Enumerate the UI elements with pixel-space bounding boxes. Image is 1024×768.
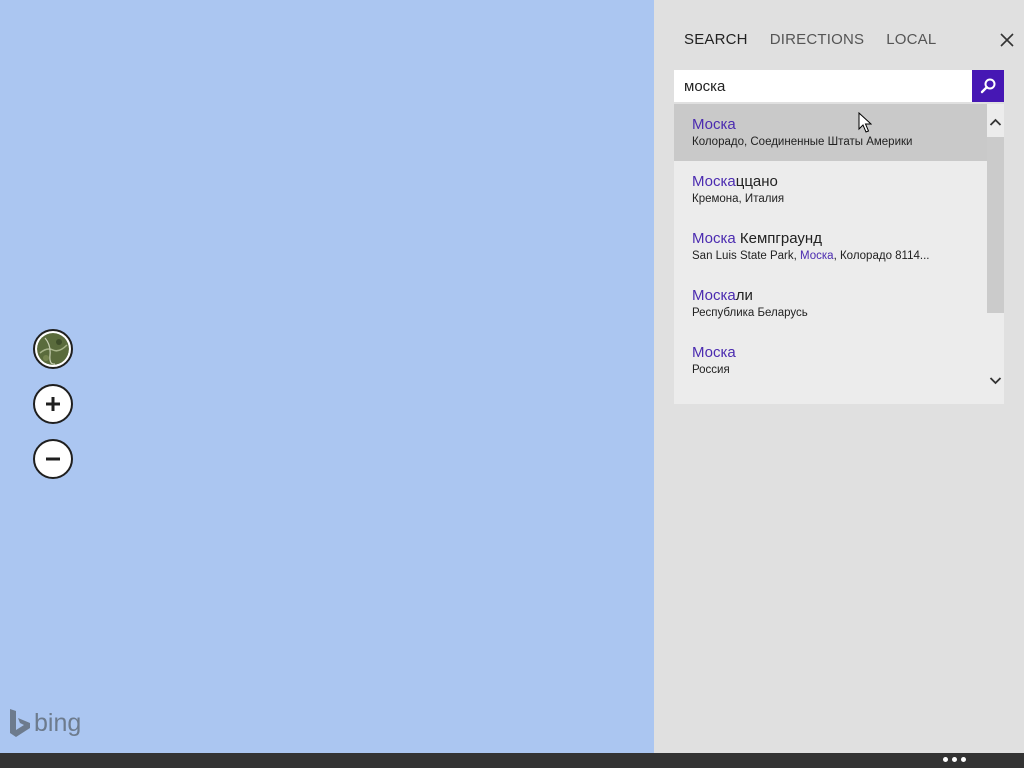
- suggestion-title-match: Моска: [692, 230, 736, 247]
- suggestion-item[interactable]: Моска Колорадо, Соединенные Штаты Америк…: [674, 104, 1004, 161]
- search-input[interactable]: [674, 70, 972, 102]
- suggestion-subtitle-pre: Кремона, Италия: [692, 193, 785, 205]
- chevron-down-icon[interactable]: [989, 374, 1002, 387]
- scrollbar-thumb[interactable]: [987, 137, 1004, 313]
- suggestion-title-match: Моска: [692, 344, 736, 361]
- suggestion-subtitle-match: Моска: [800, 250, 834, 262]
- suggestion-subtitle: Колорадо, Соединенные Штаты Америки: [692, 136, 1004, 148]
- suggestion-subtitle: Кремона, Италия: [692, 193, 1004, 205]
- suggestion-title-rest: Кемпграунд: [735, 230, 822, 247]
- aerial-globe-icon: [37, 333, 69, 365]
- suggestion-title-match: Моска: [692, 287, 736, 304]
- suggestion-subtitle: Россия: [692, 364, 1004, 376]
- bing-logo-text: bing: [34, 708, 82, 737]
- app-bar: [0, 753, 1024, 768]
- suggestion-title-rest: ццано: [735, 173, 778, 190]
- suggestion-title-match: Моска: [692, 116, 736, 133]
- panel-tabs: SEARCH DIRECTIONS LOCAL: [684, 31, 936, 48]
- bing-b-icon: [10, 709, 30, 737]
- suggestion-title: Моска: [692, 116, 1004, 133]
- search-icon: [980, 78, 996, 94]
- map-canvas[interactable]: bing: [0, 0, 654, 753]
- suggestion-subtitle: Республика Беларусь: [692, 307, 1004, 319]
- bing-logo: bing: [9, 708, 81, 738]
- chevron-up-icon[interactable]: [989, 116, 1002, 129]
- suggestion-subtitle-pre: San Luis State Park,: [692, 250, 801, 262]
- suggestion-subtitle-post: , Колорадо 8114...: [833, 250, 930, 262]
- close-icon: [1000, 33, 1014, 47]
- suggestion-title-match: Моска: [692, 173, 736, 190]
- more-options-icon[interactable]: [943, 755, 966, 762]
- suggestion-item[interactable]: Моска Россия: [674, 332, 1004, 389]
- plus-icon: [46, 397, 60, 411]
- suggestion-item[interactable]: Москали Республика Беларусь: [674, 275, 1004, 332]
- suggestion-subtitle-pre: Колорадо, Соединенные Штаты Америки: [692, 136, 913, 148]
- suggestion-subtitle: San Luis State Park, Моска, Колорадо 811…: [692, 250, 1004, 262]
- suggestions-list: Моска Колорадо, Соединенные Штаты Америк…: [674, 104, 1004, 404]
- zoom-out-button[interactable]: [33, 439, 73, 479]
- zoom-in-button[interactable]: [33, 384, 73, 424]
- tab-local[interactable]: LOCAL: [886, 31, 936, 48]
- tab-search[interactable]: SEARCH: [684, 31, 748, 48]
- suggestion-item[interactable]: Моска Кемпграунд San Luis State Park, Мо…: [674, 218, 1004, 275]
- suggestion-title: Моска: [692, 344, 1004, 361]
- suggestion-item[interactable]: Москаццано Кремона, Италия: [674, 161, 1004, 218]
- suggestion-title-rest: ли: [735, 287, 753, 304]
- suggestion-title: Москали: [692, 287, 1004, 304]
- suggestion-title: Моска Кемпграунд: [692, 230, 1004, 247]
- aerial-view-button[interactable]: [33, 329, 73, 369]
- minus-icon: [46, 457, 60, 461]
- tab-directions[interactable]: DIRECTIONS: [770, 31, 865, 48]
- search-panel: SEARCH DIRECTIONS LOCAL Моска Колорадо, …: [654, 0, 1024, 753]
- suggestion-subtitle-pre: Россия: [692, 364, 730, 376]
- search-button[interactable]: [972, 70, 1004, 102]
- suggestion-subtitle-pre: Республика Беларусь: [692, 307, 808, 319]
- suggestion-title: Москаццано: [692, 173, 1004, 190]
- suggestions-scrollbar[interactable]: [987, 104, 1004, 404]
- close-panel-button[interactable]: [997, 30, 1017, 50]
